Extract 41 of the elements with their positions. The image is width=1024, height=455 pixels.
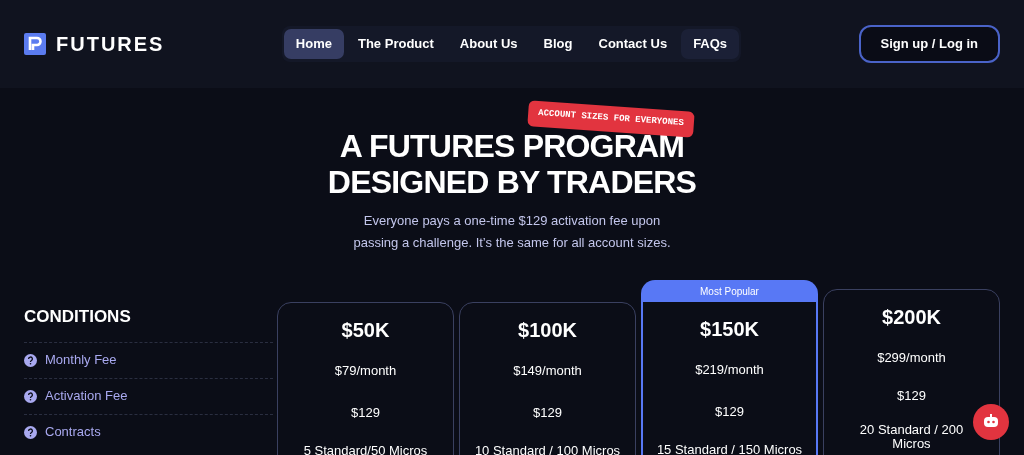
plan-contracts: 20 Standard / 200 Micros [859,423,964,451]
plan-card[interactable]: $200K $299/month $129 20 Standard / 200 Micros [823,289,1000,455]
condition-label: Monthly Fee [45,351,117,370]
hero-title: DESIGNED BY TRADERS [327,164,697,200]
plan-size: $150K [700,317,759,342]
plan-size: $50K [341,318,390,343]
chat-bot-button[interactable] [973,404,1009,440]
nav-link[interactable]: FAQs [681,29,740,59]
plan-size: $200K [882,305,941,330]
nav-link[interactable]: Blog [531,29,585,59]
plan-card[interactable]: $50K $79/month $129 5 Standard/50 Micros [277,302,454,455]
help-icon[interactable] [24,389,37,403]
nav-link[interactable]: The Product [346,29,446,59]
plan-activation-fee: $129 [351,403,380,422]
help-icon[interactable] [24,425,37,439]
condition-label: Activation Fee [45,387,128,406]
plan-monthly-fee: $299/month [877,349,946,367]
plan-monthly-fee: $149/month [513,362,582,380]
plan-monthly-fee: $79/month [334,362,397,380]
help-icon[interactable] [24,353,37,367]
logo-icon [24,33,46,55]
hero-subtitle: Everyone pays a one-time $129 activation fee upon [363,212,661,230]
conditions-title: CONDITIONS [24,306,132,328]
plan-activation-fee: $129 [897,386,926,405]
plan-card[interactable]: $100K $149/month $129 10 Standard / 100 Micros [459,302,636,455]
plan-size: $100K [518,318,577,343]
condition-label: Contracts [45,423,101,442]
popular-badge: Most Popular [641,280,818,302]
logo-wordmark[interactable]: FUTURES [56,29,165,59]
hero-subtitle: passing a challenge. It’s the same for all account sizes. [353,234,671,252]
plan-contracts: 10 Standard / 100 Micros [474,444,621,455]
plan-contracts: 5 Standard/50 Micros [303,444,428,455]
nav-link[interactable]: Home [283,29,344,59]
plan-activation-fee: $129 [715,402,744,421]
nav-link[interactable]: About Us [447,29,530,59]
plan-card[interactable]: $150K $219/month $129 15 Standard / 150 Micros [641,302,818,455]
signup-button[interactable]: Sign up / Log in [858,25,1000,63]
nav-link[interactable]: Contact Us [586,29,680,59]
plan-activation-fee: $129 [533,403,562,422]
plan-contracts: 15 Standard / 150 Micros [656,443,803,455]
plan-monthly-fee: $219/month [695,361,764,379]
